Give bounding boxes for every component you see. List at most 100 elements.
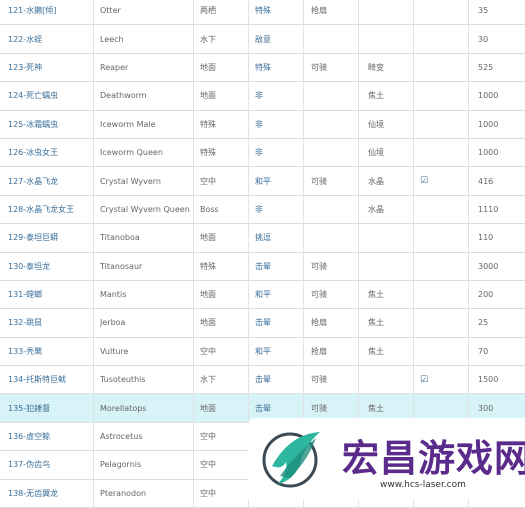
row-english-name: Deathworm [100, 91, 147, 101]
row-tame [311, 196, 356, 223]
table-row[interactable]: 129-泰坦巨蟒 Titanoboa 地面 挑逗 110 [0, 224, 525, 253]
table-row[interactable]: 122-水蛭 Leech 水下 敌意 30 [0, 25, 525, 54]
row-tame: 抢扇 [311, 318, 327, 328]
row-id-link[interactable]: 130-泰坦龙 [8, 253, 93, 280]
row-id-link[interactable]: 125-冰霜蠕虫 [8, 111, 93, 138]
row-checkbox[interactable] [420, 224, 450, 251]
row-habitat: 空中 [200, 346, 216, 356]
row-id-link[interactable]: 121-水獭[倾] [8, 0, 93, 24]
watermark-title: 宏昌游戏网 [342, 437, 525, 480]
row-checkbox[interactable] [420, 196, 450, 223]
row-value: 200 [478, 290, 494, 300]
row-checkbox[interactable] [420, 82, 450, 109]
row-id-link[interactable]: 122-水蛭 [8, 25, 93, 52]
row-value: 35 [478, 6, 489, 16]
row-id-link[interactable]: 132-跳鼠 [8, 309, 93, 336]
row-temper-link[interactable]: 和平 [255, 167, 310, 194]
row-checkbox[interactable] [420, 338, 450, 365]
row-region: 畸变 [368, 62, 384, 72]
row-id-link[interactable]: 134-托斯特巨鱿 [8, 366, 93, 393]
row-region: 水晶 [368, 176, 384, 186]
table-row[interactable]: 130-泰坦龙 Titanosaur 特殊 击晕 可骑 3000 [0, 253, 525, 281]
table-row[interactable]: 126-冰虫女王 Iceworm Queen 特殊 非 仙境 1000 [0, 139, 525, 168]
row-temper-link[interactable]: 非 [255, 196, 310, 223]
row-checkbox[interactable]: ☑ [420, 366, 450, 393]
row-value: 1110 [478, 204, 499, 214]
row-checkbox[interactable] [420, 111, 450, 138]
table-row[interactable]: 131-螳螂 Mantis 地面 和平 可骑 焦土 200 [0, 281, 525, 310]
row-temper-link[interactable]: 敌意 [255, 25, 310, 52]
row-temper-link[interactable]: 非 [255, 139, 310, 166]
row-temper-link[interactable]: 特殊 [255, 0, 310, 24]
row-habitat: 空中 [200, 176, 216, 186]
row-value: 30 [478, 34, 489, 44]
row-habitat: 空中 [200, 460, 216, 470]
row-checkbox[interactable]: ☑ [420, 167, 450, 194]
row-id-link[interactable]: 127-水晶飞龙 [8, 167, 93, 194]
row-checkbox[interactable] [420, 253, 450, 280]
row-id-link[interactable]: 124-死亡蠕虫 [8, 82, 93, 109]
row-region: 焦土 [368, 346, 384, 356]
row-region: 水晶 [368, 204, 384, 214]
row-habitat: Boss [200, 204, 219, 214]
row-tame: 可骑 [311, 290, 327, 300]
row-id-link[interactable]: 123-死神 [8, 54, 93, 81]
row-temper-link[interactable]: 和平 [255, 338, 310, 365]
row-id-link[interactable]: 126-冰虫女王 [8, 139, 93, 166]
row-checkbox[interactable] [420, 25, 450, 52]
table-row[interactable]: 133-秃鹫 Vulture 空中 和平 抢扇 焦土 70 [0, 338, 525, 367]
table-row[interactable]: 121-水獭[倾] Otter 两栖 特殊 抢扇 35 [0, 0, 525, 26]
row-region [368, 25, 423, 52]
row-habitat: 特殊 [200, 148, 216, 158]
row-english-name: Crystal Wyvern Queen [100, 204, 190, 214]
row-tame: 可骑 [311, 62, 327, 72]
site-logo-icon [262, 432, 320, 488]
row-english-name: Otter [100, 6, 121, 16]
table-row[interactable]: 127-水晶飞龙 Crystal Wyvern 空中 和平 可骑 水晶 ☑ 416 [0, 167, 525, 196]
row-temper-link[interactable]: 击晕 [255, 366, 310, 393]
row-id-link[interactable]: 131-螳螂 [8, 281, 93, 308]
table-row[interactable]: 124-死亡蠕虫 Deathworm 地面 非 焦土 1000 [0, 82, 525, 111]
row-id-link[interactable]: 133-秃鹫 [8, 338, 93, 365]
row-english-name: Mantis [100, 290, 127, 300]
table-row[interactable]: 134-托斯特巨鱿 Tusoteuthis 水下 击晕 可骑 ☑ 1500 [0, 366, 525, 395]
row-habitat: 地面 [200, 91, 216, 101]
row-temper-link[interactable]: 和平 [255, 281, 310, 308]
row-value: 1000 [478, 91, 499, 101]
row-habitat: 地面 [200, 403, 216, 413]
row-id-link[interactable]: 128-水晶飞龙女王 [8, 196, 93, 223]
table-row[interactable]: 128-水晶飞龙女王 Crystal Wyvern Queen Boss 非 水晶 111… [0, 196, 525, 225]
row-id-link[interactable]: 137-伪齿鸟 [8, 451, 93, 478]
row-habitat: 空中 [200, 488, 216, 498]
table-row[interactable]: 125-冰霜蠕虫 Iceworm Male 特殊 非 仙境 1000 [0, 111, 525, 139]
row-temper-link[interactable]: 挑逗 [255, 224, 310, 251]
row-temper-link[interactable]: 非 [255, 111, 310, 138]
row-checkbox[interactable] [420, 139, 450, 166]
row-english-name: Titanosaur [100, 261, 143, 271]
row-checkbox[interactable] [420, 0, 450, 24]
row-temper-link[interactable]: 特殊 [255, 54, 310, 81]
row-id-link[interactable]: 135-犯錘督 [8, 394, 93, 421]
row-checkbox[interactable] [420, 281, 450, 308]
table-row[interactable]: 123-死神 Reaper 地面 特殊 可骑 畸变 525 [0, 54, 525, 83]
row-english-name: Titanoboa [100, 233, 140, 243]
row-checkbox[interactable] [420, 309, 450, 336]
table-row[interactable]: 132-跳鼠 Jerboa 地面 击晕 抢扇 焦土 25 [0, 309, 525, 338]
row-id-link[interactable]: 138-无齿翼龙 [8, 480, 93, 507]
row-temper-link[interactable]: 击晕 [255, 309, 310, 336]
row-temper-link[interactable]: 非 [255, 82, 310, 109]
row-checkbox[interactable] [420, 54, 450, 81]
row-english-name: Morellatops [100, 403, 147, 413]
row-region: 焦土 [368, 318, 384, 328]
row-value: 1000 [478, 119, 499, 129]
row-english-name: Pteranodon [100, 488, 147, 498]
row-habitat: 特殊 [200, 261, 216, 271]
row-value: 25 [478, 318, 489, 328]
row-id-link[interactable]: 136-虚空鲸 [8, 423, 93, 450]
row-english-name: Vulture [100, 346, 129, 356]
row-value: 525 [478, 62, 494, 72]
row-english-name: Reaper [100, 62, 129, 72]
row-id-link[interactable]: 129-泰坦巨蟒 [8, 224, 93, 251]
row-temper-link[interactable]: 击晕 [255, 253, 310, 280]
row-habitat: 地面 [200, 290, 216, 300]
